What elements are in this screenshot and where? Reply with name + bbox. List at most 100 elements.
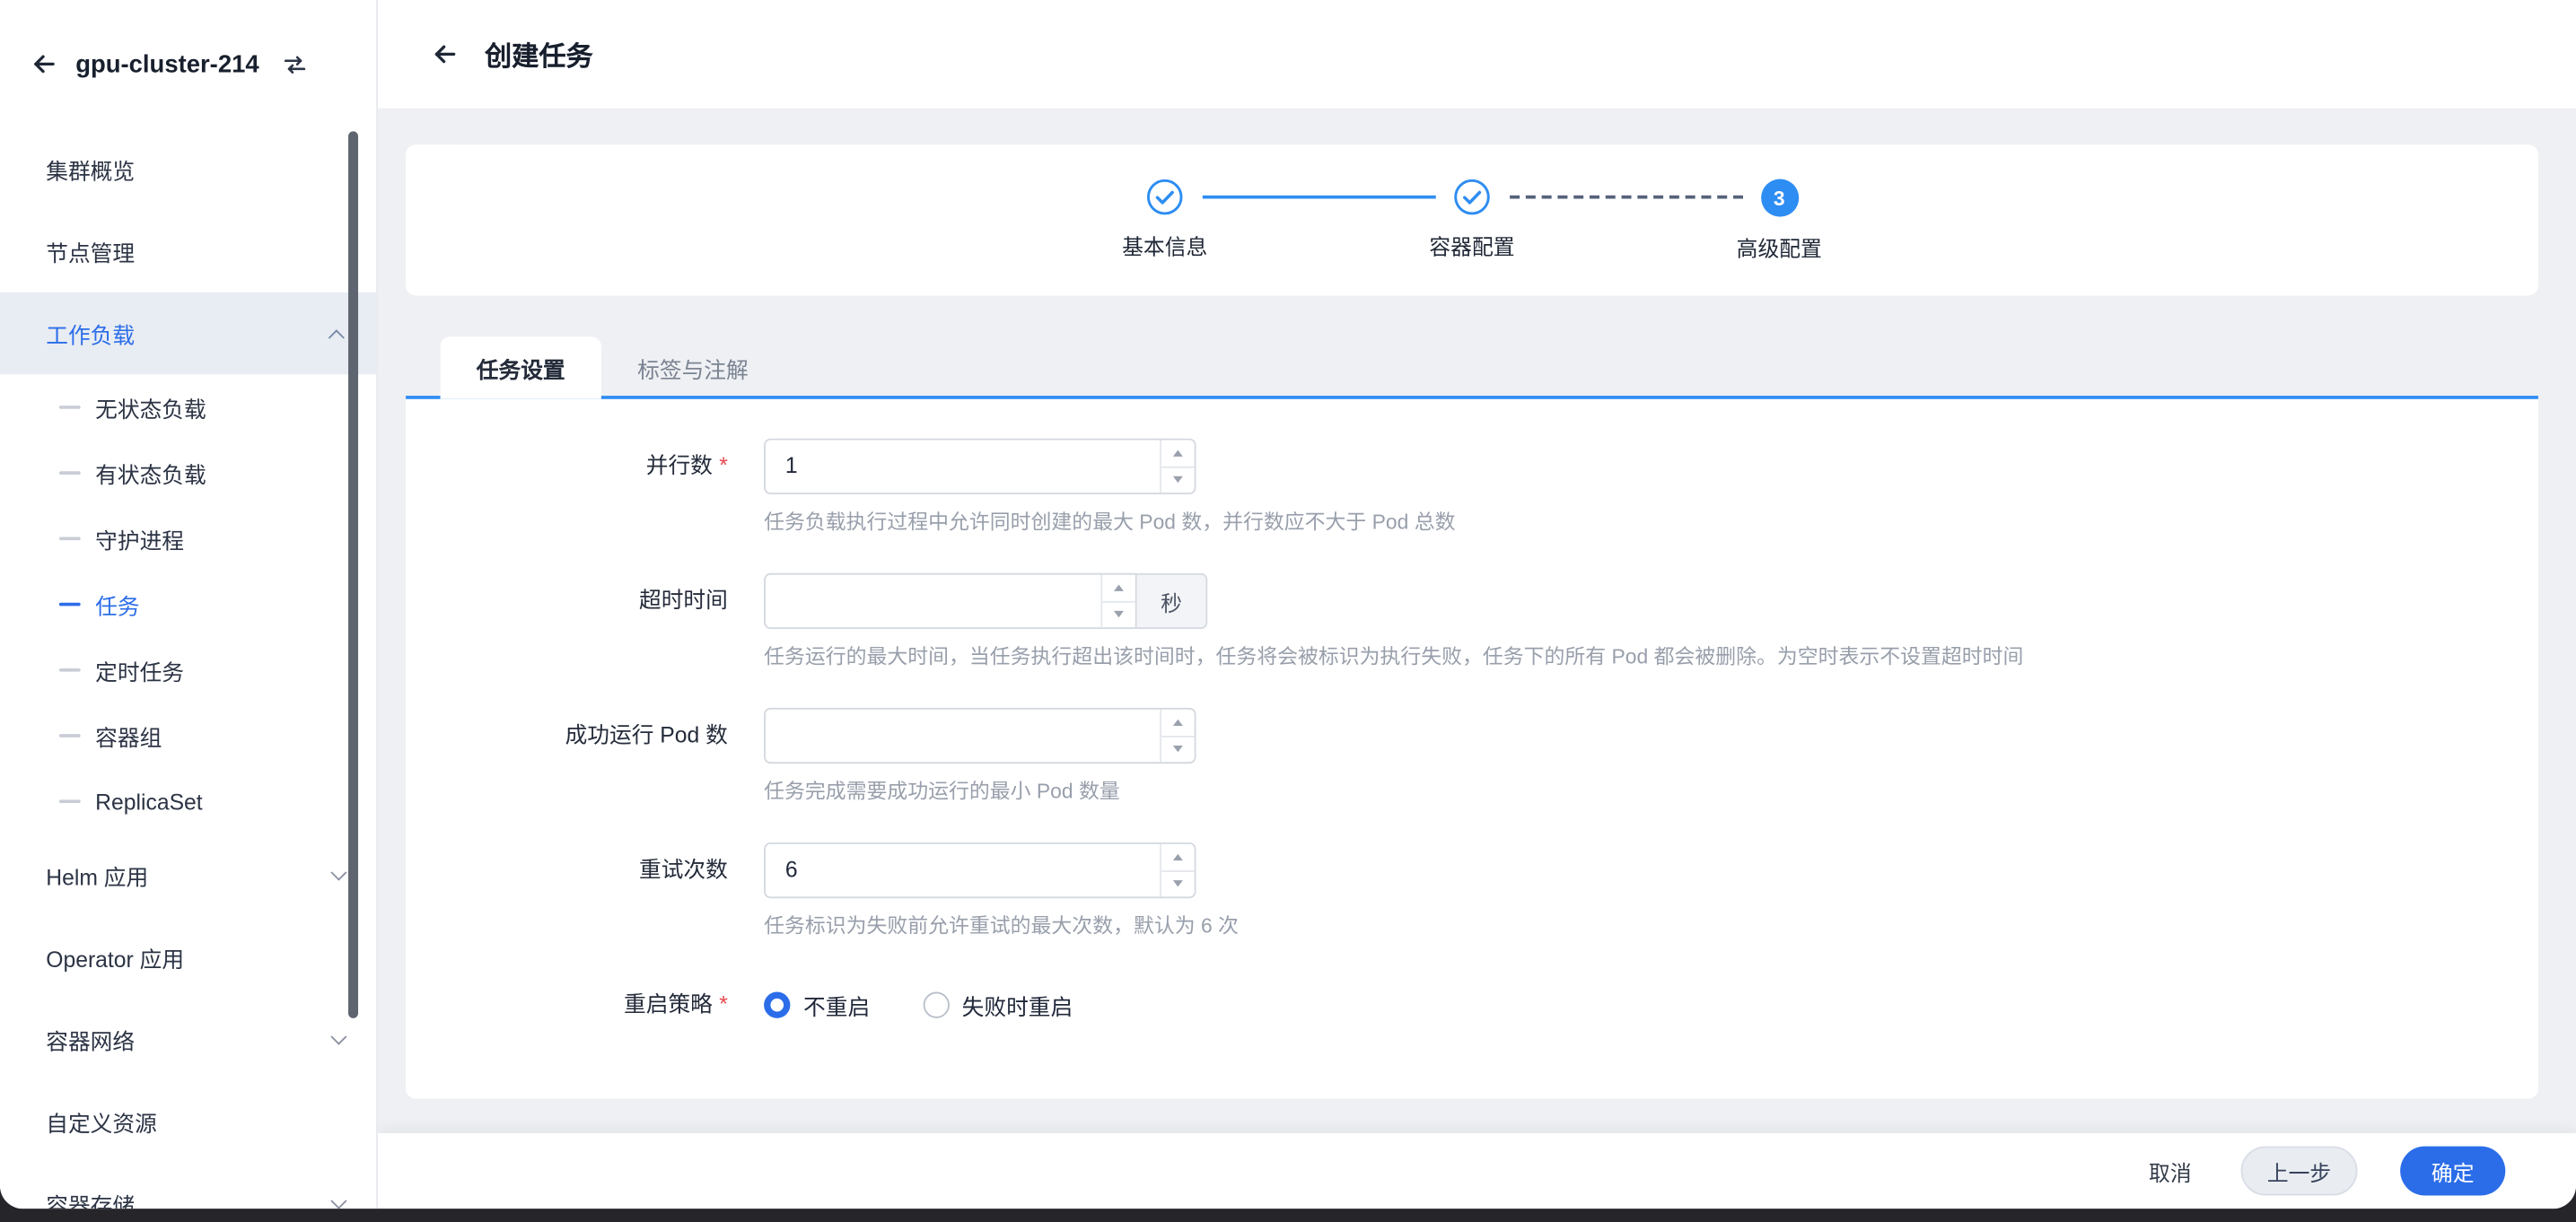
form-row-parallelism: 并行数* 1 任务负载执行过程中允许同时创建的最大 Pod 数，并行数应不大于 …: [406, 439, 2499, 537]
dash-icon: [59, 799, 81, 803]
step-label: 基本信息: [1122, 230, 1207, 261]
step-check-icon: [1454, 179, 1490, 215]
form-row-retries: 重试次数 6 任务标识为失败前允许重试的最大次数，默认为 6 次: [406, 842, 2499, 941]
content: 基本信息 容器配置 3 高级配置: [378, 109, 2576, 1133]
app-window: gpu-cluster-214 集群概览 节点管理 工作负载 无状态负载 有状态…: [0, 0, 2576, 1209]
sidebar-item-replicaset[interactable]: ReplicaSet: [0, 769, 376, 834]
page-header: 创建任务: [378, 0, 2576, 109]
cluster-name: gpu-cluster-214: [75, 50, 258, 78]
field-help-text: 任务标识为失败前允许重试的最大次数，默认为 6 次: [764, 912, 1239, 941]
sidebar-header: gpu-cluster-214: [0, 0, 376, 128]
completions-input[interactable]: [764, 708, 1196, 764]
cancel-button[interactable]: 取消: [2142, 1147, 2198, 1196]
tab-job-settings[interactable]: 任务设置: [441, 336, 601, 399]
sidebar-item-node-management[interactable]: 节点管理: [0, 210, 376, 292]
sidebar-item-container-network[interactable]: 容器网络: [0, 999, 376, 1081]
radio-selected-icon: [764, 992, 790, 1018]
form-row-timeout: 超时时间 秒: [406, 573, 2499, 672]
sidebar-menu: 集群概览 节点管理 工作负载 无状态负载 有状态负载 守护进程 任务 定时任务 …: [0, 128, 376, 1209]
parallelism-input[interactable]: 1: [764, 439, 1196, 494]
step-container-config[interactable]: 容器配置: [1373, 179, 1571, 262]
step-label: 容器配置: [1429, 230, 1514, 261]
dash-icon: [59, 668, 81, 672]
step-check-icon: [1147, 179, 1183, 215]
sidebar-item-helm-apps[interactable]: Helm 应用: [0, 834, 376, 917]
chevron-down-icon: [330, 1192, 346, 1209]
chevron-down-icon: [330, 864, 346, 880]
form-row-restart-policy: 重启策略* 不重启 失败时重启: [406, 977, 2499, 1033]
spinner-up-icon[interactable]: [1161, 710, 1195, 737]
chevron-up-icon: [329, 328, 345, 345]
sidebar-item-workloads[interactable]: 工作负载: [0, 292, 376, 375]
spinner-down-icon[interactable]: [1161, 467, 1195, 493]
number-spinner: [1160, 710, 1194, 763]
dash-icon: [59, 734, 81, 738]
input-value: 6: [766, 844, 1160, 897]
sidebar-item-operator-apps[interactable]: Operator 应用: [0, 916, 376, 999]
confirm-button[interactable]: 确定: [2400, 1147, 2505, 1196]
tab-labels-annotations[interactable]: 标签与注解: [601, 336, 784, 399]
restart-policy-radio-group: 不重启 失败时重启: [764, 977, 1073, 1033]
number-spinner: [1160, 844, 1194, 897]
spinner-down-icon[interactable]: [1161, 737, 1195, 762]
sidebar-item-deployments[interactable]: 无状态负载: [0, 374, 376, 440]
form-card: 并行数* 1 任务负载执行过程中允许同时创建的最大 Pod 数，并行数应不大于 …: [406, 399, 2538, 1099]
dash-icon: [59, 471, 81, 475]
sidebar-item-container-storage[interactable]: 容器存储: [0, 1163, 376, 1209]
dash-icon: [59, 537, 81, 541]
unit-addon-seconds: 秒: [1137, 573, 1208, 629]
number-spinner: [1160, 441, 1194, 493]
spinner-down-icon[interactable]: [1161, 871, 1195, 896]
form-row-completions: 成功运行 Pod 数 任务完成需要成功运行的最小 Pod 数量: [406, 708, 2499, 807]
previous-step-button[interactable]: 上一步: [2241, 1147, 2358, 1196]
main-area: 创建任务 基本信息: [378, 0, 2576, 1209]
page-title: 创建任务: [485, 34, 593, 74]
field-label: 重启策略*: [406, 977, 744, 1033]
number-spinner: [1100, 575, 1135, 628]
sidebar-scrollbar[interactable]: [348, 131, 358, 1017]
retries-input[interactable]: 6: [764, 842, 1196, 898]
step-advanced-config[interactable]: 3 高级配置: [1680, 179, 1878, 263]
sidebar-item-pods[interactable]: 容器组: [0, 703, 376, 768]
spinner-up-icon[interactable]: [1102, 575, 1135, 602]
spinner-up-icon[interactable]: [1161, 441, 1195, 467]
radio-unselected-icon: [923, 992, 949, 1018]
steps-card: 基本信息 容器配置 3 高级配置: [406, 144, 2538, 295]
step-number-badge: 3: [1760, 179, 1798, 217]
input-value: [766, 710, 1160, 763]
field-label: 超时时间: [406, 573, 744, 672]
dash-icon: [59, 406, 81, 409]
radio-option-restart-on-failure[interactable]: 失败时重启: [923, 989, 1073, 1022]
required-asterisk: *: [719, 992, 728, 1017]
input-value: 1: [766, 441, 1160, 493]
sidebar-item-custom-resources[interactable]: 自定义资源: [0, 1080, 376, 1163]
tab-bar: 任务设置 标签与注解: [406, 336, 2538, 399]
sidebar-item-jobs[interactable]: 任务: [0, 572, 376, 637]
sidebar-item-statefulsets[interactable]: 有状态负载: [0, 441, 376, 506]
timeout-input[interactable]: [764, 573, 1136, 629]
input-value: [766, 575, 1100, 628]
sidebar: gpu-cluster-214 集群概览 节点管理 工作负载 无状态负载 有状态…: [0, 0, 378, 1209]
field-label: 重试次数: [406, 842, 744, 941]
field-help-text: 任务运行的最大时间，当任务执行超出该时间时，任务将会被标识为执行失败，任务下的所…: [764, 642, 2023, 672]
spinner-down-icon[interactable]: [1102, 602, 1135, 627]
sidebar-item-cluster-overview[interactable]: 集群概览: [0, 128, 376, 211]
chevron-down-icon: [330, 1028, 346, 1044]
spinner-up-icon[interactable]: [1161, 844, 1195, 871]
switch-cluster-icon[interactable]: [280, 50, 308, 78]
back-icon[interactable]: [431, 39, 460, 69]
dash-icon: [59, 603, 81, 607]
sidebar-item-cronjobs[interactable]: 定时任务: [0, 637, 376, 703]
step-indicator: 基本信息 容器配置 3 高级配置: [406, 144, 2538, 263]
required-asterisk: *: [719, 453, 728, 477]
sidebar-item-daemonsets[interactable]: 守护进程: [0, 506, 376, 572]
back-icon[interactable]: [30, 49, 59, 79]
step-basic-info[interactable]: 基本信息: [1066, 179, 1264, 262]
radio-option-never-restart[interactable]: 不重启: [764, 989, 870, 1022]
screen: gpu-cluster-214 集群概览 节点管理 工作负载 无状态负载 有状态…: [0, 0, 2576, 1222]
field-label: 成功运行 Pod 数: [406, 708, 744, 807]
field-help-text: 任务负载执行过程中允许同时创建的最大 Pod 数，并行数应不大于 Pod 总数: [764, 508, 1455, 537]
field-help-text: 任务完成需要成功运行的最小 Pod 数量: [764, 777, 1196, 807]
field-label: 并行数*: [406, 439, 744, 537]
wizard-footer: 取消 上一步 确定: [378, 1133, 2576, 1209]
